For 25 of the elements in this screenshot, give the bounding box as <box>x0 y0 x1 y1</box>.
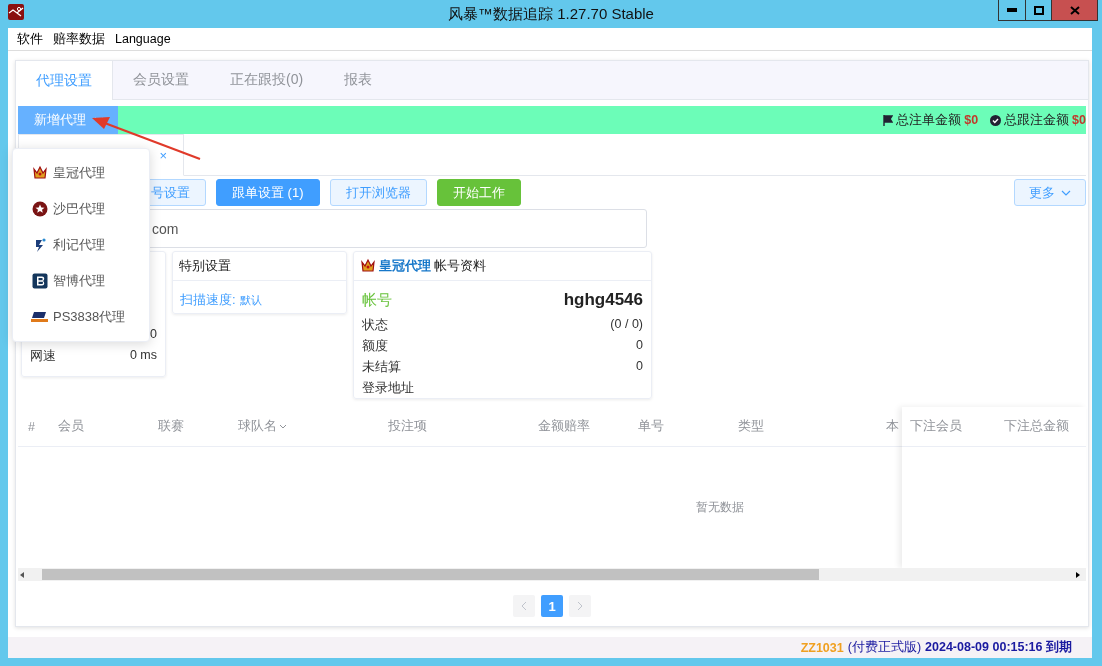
stat-label: 网速 <box>30 348 56 363</box>
field-value: 0 <box>636 338 643 353</box>
empty-message: 暂无数据 <box>696 499 744 516</box>
edition-label: (付费正式版) <box>847 639 922 656</box>
expiry-date: 2024-08-09 00:15:16 到期 <box>925 639 1072 656</box>
field-value: (0 / 0) <box>610 317 643 332</box>
user-id: ZZ1031 <box>800 640 844 655</box>
account-label: 帐号 <box>362 290 392 310</box>
field-label: 未结算 <box>362 359 401 374</box>
window-title: 风暴™数据追踪 1.27.70 Stable <box>448 4 654 24</box>
field-value: 0 <box>636 359 643 374</box>
card-title: 特别设置 <box>173 252 346 281</box>
total-amount: $0 <box>964 113 979 127</box>
account-value: hghg4546 <box>563 290 643 310</box>
field-label: 额度 <box>362 338 388 353</box>
field-label: 状态 <box>362 317 388 332</box>
stat-value: 0 <box>150 327 157 342</box>
card-title: 帐号资料 <box>434 257 486 275</box>
stat-value: 0 ms <box>129 348 157 363</box>
agent-name: 皇冠代理 <box>379 257 431 275</box>
total-label: 总注单金额 <box>896 111 962 129</box>
total-label: 总跟注金额 <box>1004 111 1070 129</box>
total-amount: $0 <box>1072 113 1086 127</box>
field-label: 登录地址 <box>362 380 414 395</box>
scan-speed-label: 扫描速度: <box>180 291 236 309</box>
